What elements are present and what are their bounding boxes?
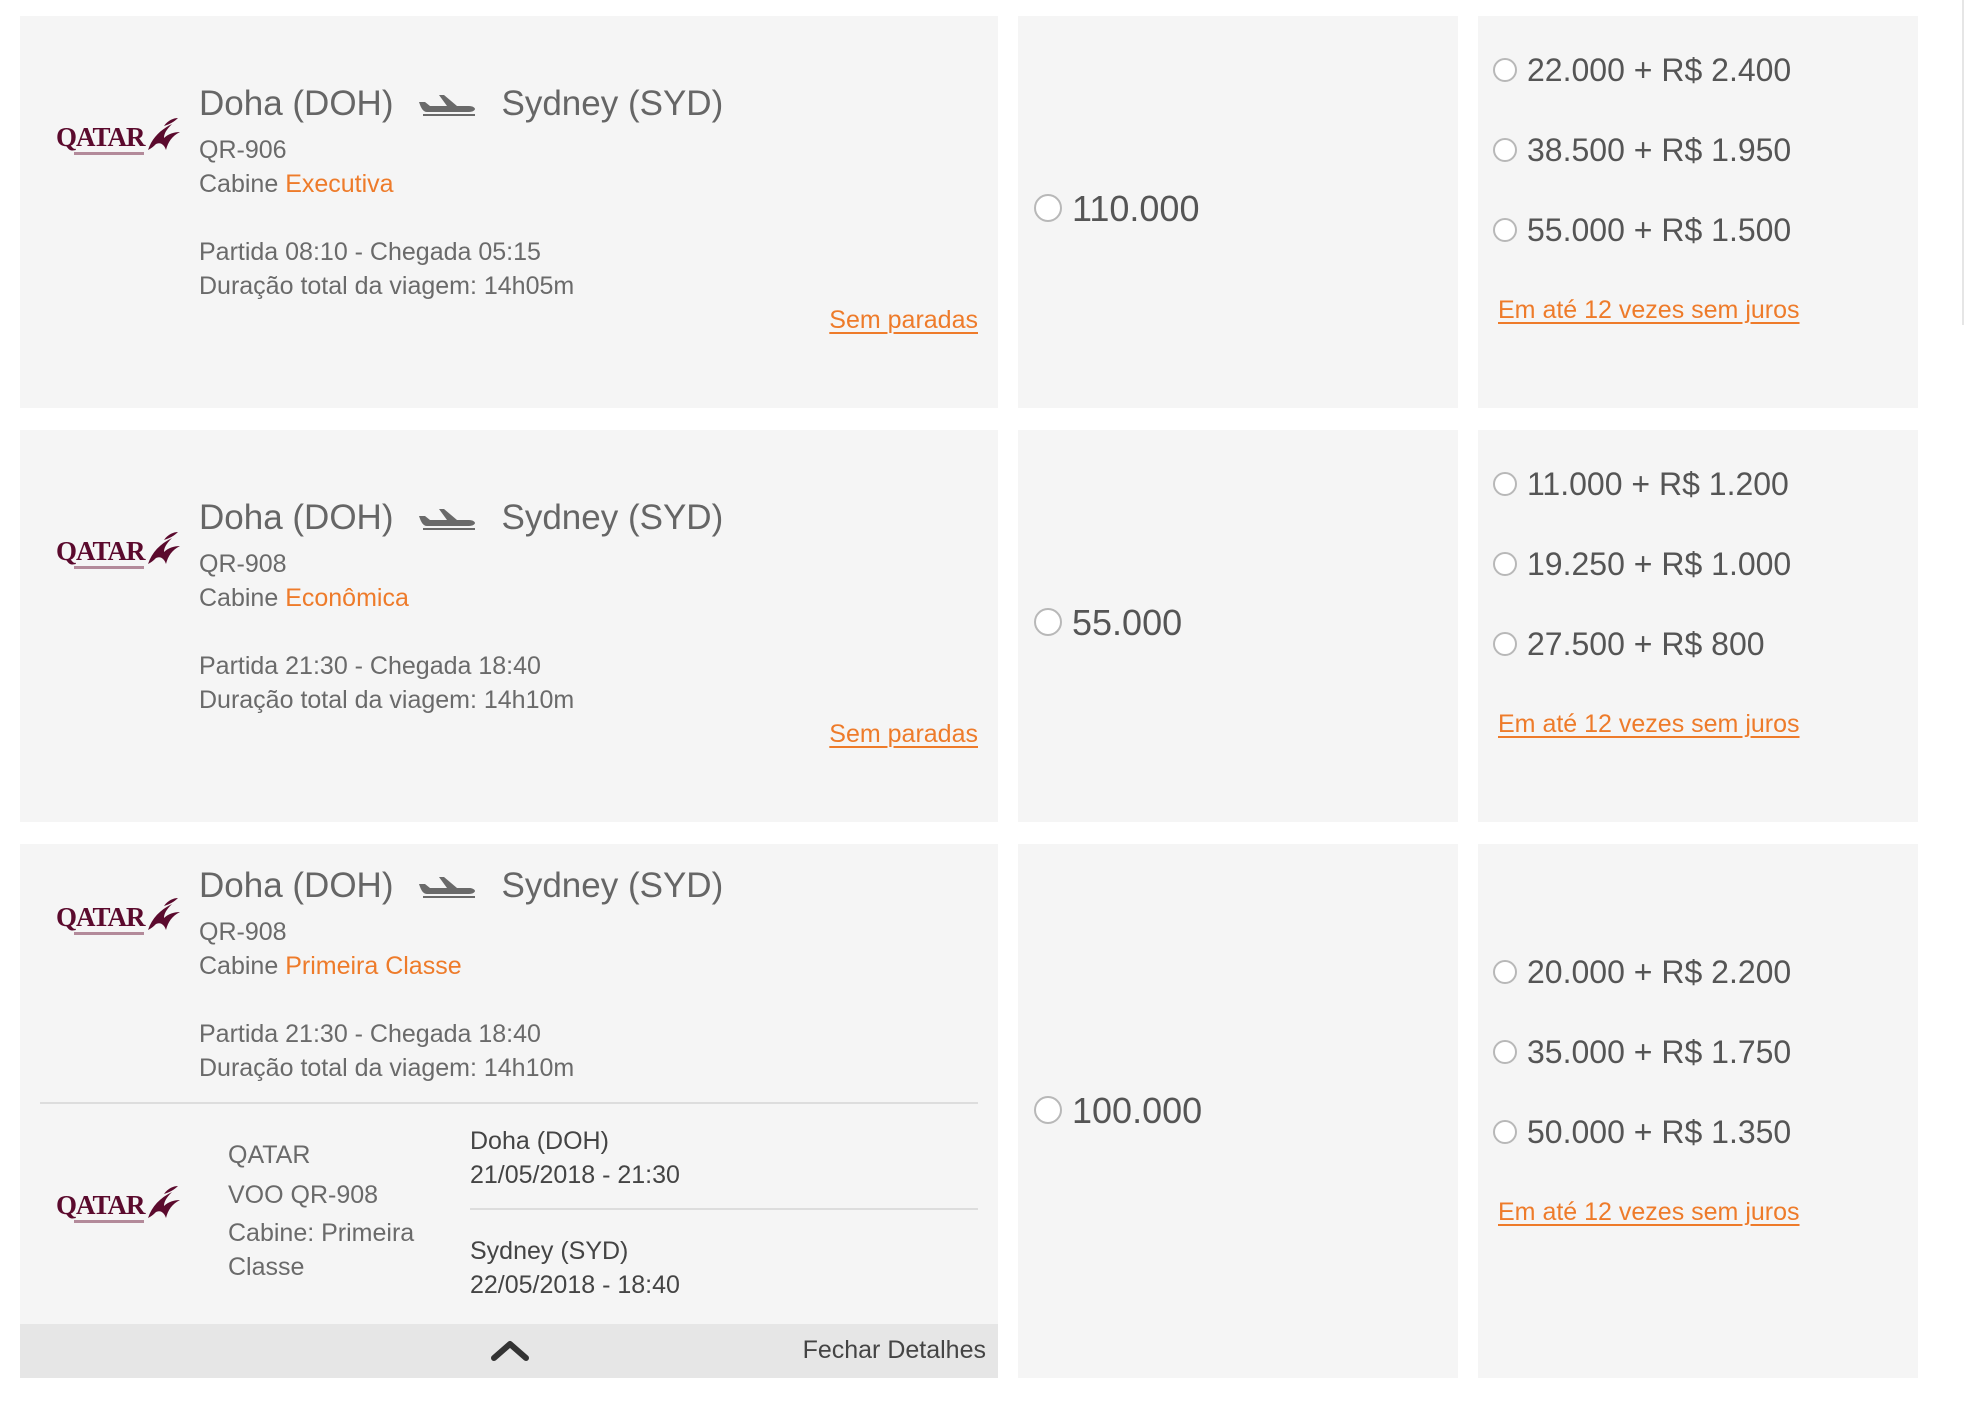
- miles-option[interactable]: 110.000: [1034, 188, 1199, 230]
- divider: [470, 1208, 978, 1210]
- cabin-class: Econômica: [285, 584, 409, 612]
- combo-option[interactable]: 19.250 + R$ 1.000: [1493, 546, 1791, 583]
- destination: Sydney (SYD): [501, 498, 724, 537]
- airline-logo: QATAR: [56, 116, 196, 166]
- radio-button[interactable]: [1034, 1096, 1062, 1125]
- radio-button[interactable]: [1493, 551, 1517, 576]
- total-duration: Duração total da viagem: 14h10m: [199, 686, 575, 714]
- miles-column-1: 110.000: [1018, 16, 1458, 408]
- origin: Doha (DOH): [199, 84, 394, 123]
- miles-option[interactable]: 100.000: [1034, 1090, 1202, 1132]
- details-arrival-datetime: 22/05/2018 - 18:40: [470, 1271, 680, 1299]
- stops-link[interactable]: Sem paradas: [829, 306, 978, 335]
- total-duration: Duração total da viagem: 14h05m: [199, 272, 575, 300]
- combo-option[interactable]: 11.000 + R$ 1.200: [1493, 466, 1789, 503]
- stops-link[interactable]: Sem paradas: [829, 720, 978, 749]
- flight-number: QR-908: [199, 918, 287, 946]
- close-details-button[interactable]: Fechar Detalhes: [803, 1336, 986, 1365]
- combo-option[interactable]: 27.500 + R$ 800: [1493, 626, 1765, 663]
- radio-button[interactable]: [1493, 57, 1517, 82]
- plane-landing-icon: [417, 92, 477, 116]
- combo-column-2: 11.000 + R$ 1.200 19.250 + R$ 1.000 27.5…: [1478, 430, 1918, 822]
- flight-card-1: QATAR Doha (DOH) Sydney (SYD) QR-906 Cabi…: [20, 16, 998, 408]
- oryx-icon: [142, 530, 182, 570]
- origin: Doha (DOH): [199, 866, 394, 905]
- details-carrier: QATAR: [228, 1141, 311, 1169]
- radio-button[interactable]: [1493, 959, 1517, 984]
- radio-button[interactable]: [1493, 1119, 1517, 1144]
- cabin-line: Cabine Econômica: [199, 584, 409, 612]
- route: Doha (DOH) Sydney (SYD): [199, 498, 723, 538]
- combo-option[interactable]: 20.000 + R$ 2.200: [1493, 954, 1791, 991]
- combo-option[interactable]: 38.500 + R$ 1.950: [1493, 132, 1791, 169]
- route: Doha (DOH) Sydney (SYD): [199, 866, 723, 906]
- origin: Doha (DOH): [199, 498, 394, 537]
- details-flight-number: VOO QR-908: [228, 1181, 379, 1209]
- airline-logo: QATAR: [56, 896, 196, 946]
- details-departure-place: Doha (DOH): [470, 1127, 609, 1155]
- destination: Sydney (SYD): [501, 866, 724, 905]
- radio-button[interactable]: [1493, 471, 1517, 496]
- combo-option[interactable]: 50.000 + R$ 1.350: [1493, 1114, 1791, 1151]
- installments-link[interactable]: Em até 12 vezes sem juros: [1498, 710, 1800, 739]
- plane-landing-icon: [417, 874, 477, 898]
- installments-link[interactable]: Em até 12 vezes sem juros: [1498, 1198, 1800, 1227]
- total-duration: Duração total da viagem: 14h10m: [199, 1054, 575, 1082]
- divider: [40, 1102, 978, 1104]
- departure-arrival-times: Partida 21:30 - Chegada 18:40: [199, 652, 541, 680]
- flight-number: QR-908: [199, 550, 287, 578]
- combo-option[interactable]: 35.000 + R$ 1.750: [1493, 1034, 1791, 1071]
- plane-landing-icon: [417, 506, 477, 530]
- departure-arrival-times: Partida 21:30 - Chegada 18:40: [199, 1020, 541, 1048]
- airline-logo: QATAR: [56, 1184, 196, 1234]
- oryx-icon: [142, 116, 182, 156]
- oryx-icon: [142, 896, 182, 936]
- cabin-class: Primeira Classe: [285, 952, 462, 980]
- destination: Sydney (SYD): [501, 84, 724, 123]
- radio-button[interactable]: [1493, 217, 1517, 242]
- miles-option[interactable]: 55.000: [1034, 602, 1182, 644]
- oryx-icon: [142, 1184, 182, 1224]
- combo-option[interactable]: 22.000 + R$ 2.400: [1493, 52, 1791, 89]
- departure-arrival-times: Partida 08:10 - Chegada 05:15: [199, 238, 541, 266]
- cabin-class: Executiva: [285, 170, 394, 198]
- flight-card-2: QATAR Doha (DOH) Sydney (SYD) QR-908 Cabi…: [20, 430, 998, 822]
- cabin-line: Cabine Primeira Classe: [199, 952, 462, 980]
- details-footer: Fechar Detalhes: [20, 1324, 998, 1378]
- miles-column-2: 55.000: [1018, 430, 1458, 822]
- radio-button[interactable]: [1493, 137, 1517, 162]
- details-departure-datetime: 21/05/2018 - 21:30: [470, 1161, 680, 1189]
- route: Doha (DOH) Sydney (SYD): [199, 84, 723, 124]
- flight-card-3: QATAR Doha (DOH) Sydney (SYD) QR-908 Cabi…: [20, 844, 998, 1378]
- radio-button[interactable]: [1493, 631, 1517, 656]
- airline-logo: QATAR: [56, 530, 196, 580]
- details-arrival-place: Sydney (SYD): [470, 1237, 629, 1265]
- chevron-up-icon[interactable]: [490, 1336, 530, 1362]
- radio-button[interactable]: [1493, 1039, 1517, 1064]
- combo-option[interactable]: 55.000 + R$ 1.500: [1493, 212, 1791, 249]
- radio-button[interactable]: [1034, 608, 1062, 637]
- miles-column-3: 100.000: [1018, 844, 1458, 1378]
- combo-column-3: 20.000 + R$ 2.200 35.000 + R$ 1.750 50.0…: [1478, 844, 1918, 1378]
- installments-link[interactable]: Em até 12 vezes sem juros: [1498, 296, 1800, 325]
- radio-button[interactable]: [1034, 194, 1062, 223]
- combo-column-1: 22.000 + R$ 2.400 38.500 + R$ 1.950 55.0…: [1478, 16, 1918, 408]
- cabin-line: Cabine Executiva: [199, 170, 394, 198]
- flight-number: QR-906: [199, 136, 287, 164]
- details-cabin: Cabine: Primeira Classe: [228, 1219, 415, 1281]
